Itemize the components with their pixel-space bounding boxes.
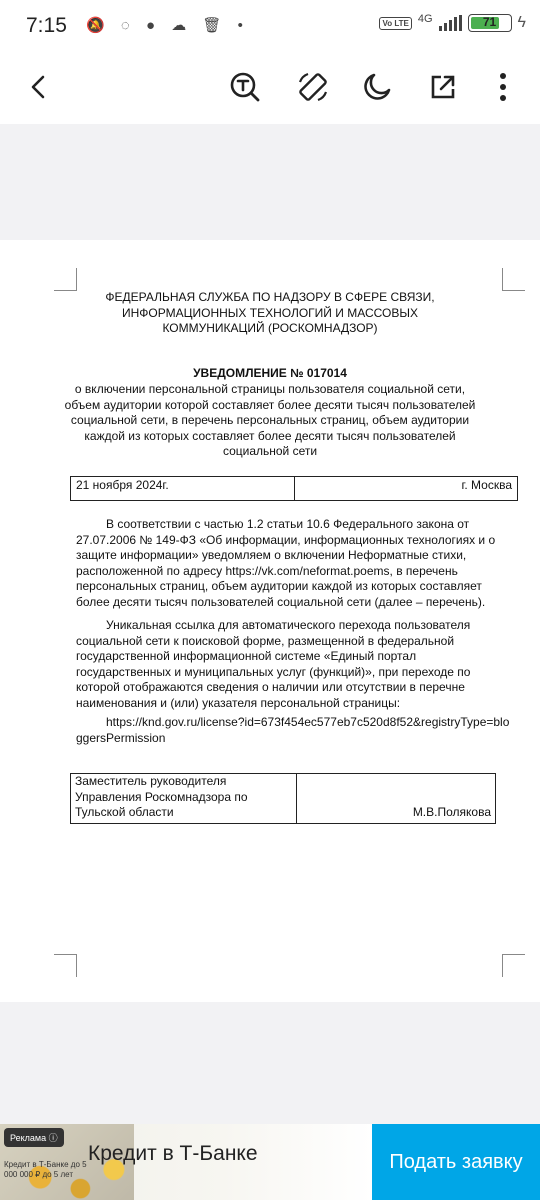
network-type: 4G <box>417 13 433 25</box>
notice-city: г. Москва <box>461 478 512 492</box>
dot-icon: • <box>237 17 249 34</box>
chat-icon: ● <box>145 17 162 34</box>
document-page[interactable]: ФЕДЕРАЛЬНАЯ СЛУЖБА ПО НАДЗОРУ В СФЕРЕ СВ… <box>0 240 540 1002</box>
ad-fine-print: Кредит в Т-Банке до 5 000 000 ₽ до 5 лет <box>4 1160 87 1179</box>
system-indicators: Vo LTE 4G 71 ϟ <box>379 13 526 32</box>
paragraph-inclusion: В соответствии с частью 1.2 статьи 10.6 … <box>76 517 496 609</box>
notification-icons: 🔕 ◌ ● ☁ 🗑 • <box>86 16 249 34</box>
crop-mark <box>54 268 77 291</box>
viewer-toolbar <box>0 52 540 124</box>
whatsapp-icon: ◌ <box>120 17 136 34</box>
viewer-background-top <box>0 124 540 240</box>
ad-banner[interactable]: Реклама ⓘ Кредит в Т-Банке до 5 000 000 … <box>0 1124 540 1200</box>
signature-table: Заместитель руководителя Управления Роск… <box>70 773 496 824</box>
viewer-background-bottom <box>0 1002 540 1124</box>
battery-icon: 71 <box>467 14 512 32</box>
notice-title: УВЕДОМЛЕНИЕ № 017014 <box>193 366 347 380</box>
signal-icon <box>438 15 462 31</box>
volte-badge: Vo LTE <box>379 16 412 30</box>
text-recognition-icon[interactable] <box>222 64 268 110</box>
ad-content[interactable]: Реклама ⓘ Кредит в Т-Банке до 5 000 000 … <box>0 1124 372 1200</box>
clock: 7:15 <box>26 14 67 37</box>
more-icon[interactable] <box>480 64 526 110</box>
signer-name: М.В.Полякова <box>412 804 491 819</box>
battery-level: 71 <box>482 15 497 29</box>
status-bar: 7:15 🔕 ◌ ● ☁ 🗑 • Vo LTE 4G 71 ϟ <box>0 0 540 52</box>
crop-mark <box>502 954 525 977</box>
notice-date: 21 ноября 2024г. <box>71 477 295 500</box>
cloud-icon: ☁ <box>171 17 193 34</box>
back-icon[interactable] <box>16 64 62 110</box>
agency-header: ФЕДЕРАЛЬНАЯ СЛУЖБА ПО НАДЗОРУ В СФЕРЕ СВ… <box>105 290 435 335</box>
paragraph-link-intro: Уникальная ссылка для автоматического пе… <box>76 618 471 710</box>
charging-icon: ϟ <box>517 14 526 31</box>
crop-mark <box>54 954 77 977</box>
signer-position: Заместитель руководителя Управления Роск… <box>71 774 297 823</box>
date-place-table: 21 ноября 2024г. г. Москва <box>70 476 518 501</box>
rotate-icon[interactable] <box>290 64 336 110</box>
night-mode-icon[interactable] <box>354 64 400 110</box>
apply-button[interactable]: Подать заявку <box>372 1124 540 1200</box>
ad-title: Кредит в Т-Банке <box>88 1142 258 1165</box>
ad-label[interactable]: Реклама ⓘ <box>4 1128 64 1147</box>
open-external-icon[interactable] <box>420 64 466 110</box>
license-link[interactable]: https://knd.gov.ru/license?id=673f454ec5… <box>76 715 512 746</box>
notice-subtitle: о включении персональной страницы пользо… <box>64 382 476 458</box>
signature-cell: М.В.Полякова <box>297 774 495 823</box>
trash-icon: 🗑 <box>202 17 228 34</box>
crop-mark <box>502 268 525 291</box>
dnd-off-icon: 🔕 <box>86 17 111 34</box>
